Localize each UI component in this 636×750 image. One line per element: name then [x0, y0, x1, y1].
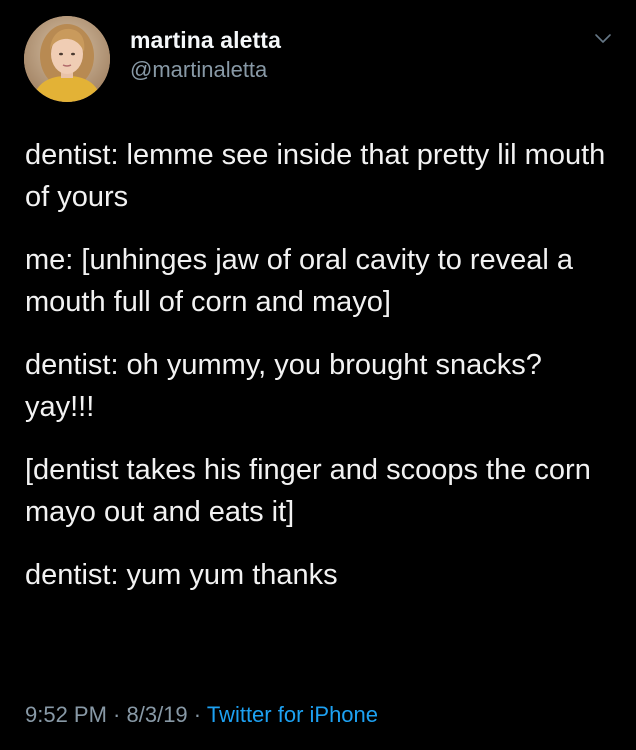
tweet-menu-button[interactable]	[594, 30, 612, 48]
tweet-paragraph: dentist: oh yummy, you brought snacks? y…	[25, 349, 542, 423]
tweet-meta: 9:52 PM · 8/3/19 · Twitter for iPhone	[25, 700, 378, 730]
user-handle[interactable]: @martinaletta	[130, 55, 510, 85]
tweet-paragraph: dentist: yum yum thanks	[25, 559, 338, 591]
tweet-date[interactable]: 8/3/19	[127, 702, 188, 727]
tweet-header: martina aletta @martinaletta	[24, 16, 616, 102]
avatar[interactable]	[24, 16, 110, 102]
meta-separator: ·	[106, 702, 127, 727]
display-name[interactable]: martina aletta	[130, 26, 510, 54]
tweet-text: dentist: lemme see inside that pretty li…	[25, 134, 615, 596]
tweet-paragraph: me: [unhinges jaw of oral cavity to reve…	[25, 244, 574, 318]
tweet-time[interactable]: 9:52 PM	[25, 702, 107, 727]
chevron-down-icon	[595, 34, 611, 43]
meta-separator: ·	[187, 702, 207, 727]
tweet-card: martina aletta @martinaletta dentist: le…	[0, 0, 636, 750]
tweet-source-link[interactable]: Twitter for iPhone	[207, 702, 378, 727]
user-names: martina aletta @martinaletta	[130, 26, 510, 85]
tweet-paragraph: [dentist takes his finger and scoops the…	[25, 454, 591, 528]
profile-photo-icon	[24, 16, 110, 102]
tweet-paragraph: dentist: lemme see inside that pretty li…	[25, 139, 606, 213]
